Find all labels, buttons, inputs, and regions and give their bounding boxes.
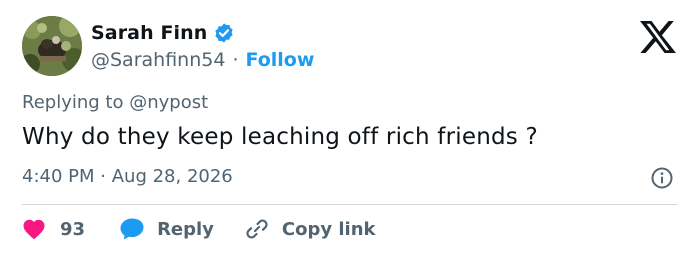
copy-link-button[interactable]: Copy link bbox=[244, 216, 376, 242]
reply-button[interactable]: Reply bbox=[119, 217, 214, 241]
author-handle-row: @Sarahfinn54 · Follow bbox=[91, 47, 314, 73]
reply-label: Reply bbox=[157, 218, 214, 240]
reply-context-prefix: Replying to bbox=[22, 92, 124, 113]
reply-context: Replying to @nypost bbox=[22, 92, 208, 113]
author-name-row: Sarah Finn bbox=[91, 20, 235, 46]
reply-context-mention[interactable]: @nypost bbox=[129, 92, 208, 113]
tweet-actions: 93 Reply Copy link bbox=[22, 215, 376, 243]
author-handle[interactable]: @Sarahfinn54 bbox=[91, 49, 225, 71]
follow-button[interactable]: Follow bbox=[245, 49, 314, 71]
info-icon[interactable] bbox=[650, 166, 674, 190]
divider bbox=[22, 204, 678, 205]
avatar[interactable] bbox=[22, 16, 82, 76]
x-logo-icon[interactable] bbox=[639, 20, 677, 54]
copy-link-label: Copy link bbox=[281, 218, 376, 240]
separator-dot: · bbox=[232, 49, 239, 71]
tweet-text: Why do they keep leaching off rich frien… bbox=[22, 124, 538, 150]
like-count: 93 bbox=[60, 218, 86, 240]
link-icon bbox=[244, 216, 270, 242]
tweet-timestamp[interactable]: 4:40 PM · Aug 28, 2026 bbox=[22, 166, 233, 187]
tweet-time: 4:40 PM bbox=[22, 166, 95, 187]
tweet-date: Aug 28, 2026 bbox=[111, 166, 233, 187]
tweet-card: Sarah Finn @Sarahfinn54 · Follow Replyin… bbox=[0, 0, 700, 256]
verified-badge-icon bbox=[213, 22, 235, 44]
author-name[interactable]: Sarah Finn bbox=[91, 22, 207, 44]
timestamp-separator: · bbox=[100, 166, 106, 187]
heart-icon bbox=[22, 218, 46, 240]
speech-bubble-icon bbox=[119, 217, 145, 241]
like-button[interactable]: 93 bbox=[22, 218, 85, 240]
